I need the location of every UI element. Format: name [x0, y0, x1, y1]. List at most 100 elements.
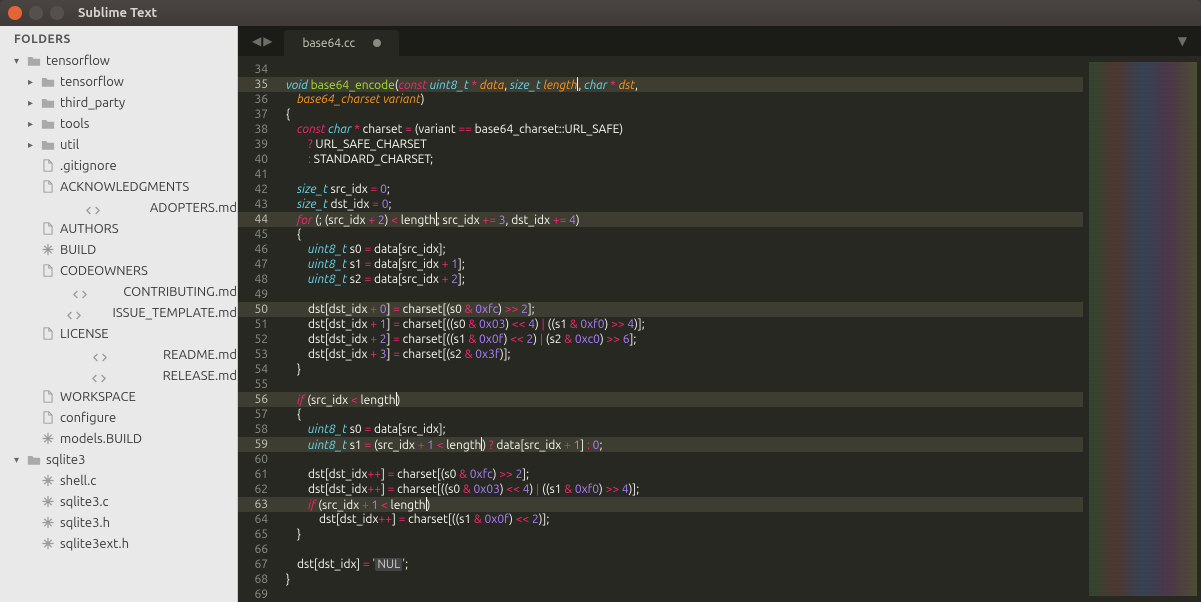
code-line[interactable]: ? URL_SAFE_CHARSET: [282, 137, 1083, 152]
line-number[interactable]: 37: [238, 107, 282, 122]
file-row-adopters-md[interactable]: ADOPTERS.md: [0, 197, 237, 218]
code-line[interactable]: base64_charset variant): [282, 92, 1083, 107]
code-line[interactable]: dst[dst_idx++] = charset[((s0 & 0x03) <<…: [282, 482, 1083, 497]
forward-icon[interactable]: ▶: [263, 34, 272, 48]
code-content[interactable]: void base64_encode(const uint8_t * data,…: [282, 56, 1083, 602]
twisty-icon[interactable]: ▾: [14, 454, 24, 466]
file-row-codeowners[interactable]: CODEOWNERS: [0, 260, 237, 281]
file-row-workspace[interactable]: WORKSPACE: [0, 386, 237, 407]
folder-row-tools[interactable]: ▸tools: [0, 113, 237, 134]
file-row-readme-md[interactable]: README.md: [0, 344, 237, 365]
file-row-sqlite3ext-h[interactable]: sqlite3ext.h: [0, 533, 237, 554]
code-line[interactable]: [282, 287, 1083, 302]
code-line[interactable]: {: [282, 407, 1083, 422]
code-line[interactable]: const char * charset = (variant == base6…: [282, 122, 1083, 137]
file-row-acknowledgments[interactable]: ACKNOWLEDGMENTS: [0, 176, 237, 197]
twisty-icon[interactable]: ▸: [28, 118, 38, 130]
code-line[interactable]: if (src_idx + 1 < length): [282, 497, 1083, 512]
file-row-license[interactable]: LICENSE: [0, 323, 237, 344]
line-number[interactable]: 48: [238, 272, 282, 287]
code-line[interactable]: dst[dst_idx++] = charset[((s1 & 0x0f) <<…: [282, 512, 1083, 527]
back-icon[interactable]: ◀: [252, 34, 261, 48]
twisty-icon[interactable]: ▾: [14, 55, 24, 67]
file-row-build[interactable]: BUILD: [0, 239, 237, 260]
line-number[interactable]: 50: [238, 302, 282, 317]
folder-row-third_party[interactable]: ▸third_party: [0, 92, 237, 113]
file-row-authors[interactable]: AUTHORS: [0, 218, 237, 239]
code-line[interactable]: dst[dst_idx + 3] = charset[(s2 & 0x3f)];: [282, 347, 1083, 362]
folder-tree[interactable]: ▾tensorflow▸tensorflow▸third_party▸tools…: [0, 50, 237, 602]
minimize-icon[interactable]: [29, 6, 43, 20]
line-number[interactable]: 39: [238, 137, 282, 152]
file-row-sqlite3-h[interactable]: sqlite3.h: [0, 512, 237, 533]
code-line[interactable]: uint8_t s1 = data[src_idx + 1];: [282, 257, 1083, 272]
code-line[interactable]: if (src_idx < length): [282, 392, 1083, 407]
maximize-icon[interactable]: [50, 6, 64, 20]
file-row-issue_template-md[interactable]: ISSUE_TEMPLATE.md: [0, 302, 237, 323]
code-line[interactable]: }: [282, 527, 1083, 542]
twisty-icon[interactable]: ▸: [28, 97, 38, 109]
tabs-dropdown-icon[interactable]: ▼: [1164, 34, 1201, 48]
line-number[interactable]: 65: [238, 527, 282, 542]
line-number[interactable]: 69: [238, 587, 282, 602]
code-line[interactable]: [282, 452, 1083, 467]
line-number[interactable]: 49: [238, 287, 282, 302]
folder-row-tensorflow[interactable]: ▸tensorflow: [0, 71, 237, 92]
code-line[interactable]: : STANDARD_CHARSET;: [282, 152, 1083, 167]
file-row-configure[interactable]: configure: [0, 407, 237, 428]
code-line[interactable]: size_t src_idx = 0;: [282, 182, 1083, 197]
code-line[interactable]: uint8_t s1 = (src_idx + 1 < length) ? da…: [282, 437, 1083, 452]
line-number[interactable]: 64: [238, 512, 282, 527]
code-line[interactable]: }: [282, 572, 1083, 587]
line-number[interactable]: 42: [238, 182, 282, 197]
line-number[interactable]: 38: [238, 122, 282, 137]
file-row-contributing-md[interactable]: CONTRIBUTING.md: [0, 281, 237, 302]
file-row-shell-c[interactable]: shell.c: [0, 470, 237, 491]
code-line[interactable]: dst[dst_idx + 0] = charset[(s0 & 0xfc) >…: [282, 302, 1083, 317]
line-number[interactable]: 67: [238, 557, 282, 572]
folder-row-sqlite3[interactable]: ▾sqlite3: [0, 449, 237, 470]
line-number[interactable]: 44: [238, 212, 282, 227]
line-number[interactable]: 66: [238, 542, 282, 557]
line-number[interactable]: 56: [238, 392, 282, 407]
line-number[interactable]: 68: [238, 572, 282, 587]
tab-active[interactable]: base64.cc: [284, 30, 399, 56]
line-number[interactable]: 55: [238, 377, 282, 392]
file-row-release-md[interactable]: RELEASE.md: [0, 365, 237, 386]
line-number[interactable]: 47: [238, 257, 282, 272]
code-line[interactable]: size_t dst_idx = 0;: [282, 197, 1083, 212]
line-number[interactable]: 40: [238, 152, 282, 167]
line-number[interactable]: 34: [238, 62, 282, 77]
code-line[interactable]: uint8_t s0 = data[src_idx];: [282, 242, 1083, 257]
line-gutter[interactable]: 3435363738394041424344454647484950515253…: [238, 56, 282, 602]
line-number[interactable]: 63: [238, 497, 282, 512]
line-number[interactable]: 43: [238, 197, 282, 212]
line-number[interactable]: 62: [238, 482, 282, 497]
folder-row-tensorflow[interactable]: ▾tensorflow: [0, 50, 237, 71]
file-row--gitignore[interactable]: .gitignore: [0, 155, 237, 176]
code-line[interactable]: [282, 167, 1083, 182]
code-line[interactable]: {: [282, 227, 1083, 242]
minimap[interactable]: [1083, 56, 1201, 602]
file-row-sqlite3-c[interactable]: sqlite3.c: [0, 491, 237, 512]
line-number[interactable]: 60: [238, 452, 282, 467]
code-line[interactable]: [282, 377, 1083, 392]
line-number[interactable]: 41: [238, 167, 282, 182]
folder-row-util[interactable]: ▸util: [0, 134, 237, 155]
code-line[interactable]: dst[dst_idx++] = charset[(s0 & 0xfc) >> …: [282, 467, 1083, 482]
line-number[interactable]: 53: [238, 347, 282, 362]
code-line[interactable]: dst[dst_idx] = 'NUL';: [282, 557, 1083, 572]
code-line[interactable]: uint8_t s0 = data[src_idx];: [282, 422, 1083, 437]
line-number[interactable]: 61: [238, 467, 282, 482]
code-line[interactable]: void base64_encode(const uint8_t * data,…: [282, 77, 1083, 92]
titlebar[interactable]: Sublime Text: [0, 0, 1201, 26]
code-line[interactable]: [282, 62, 1083, 77]
twisty-icon[interactable]: ▸: [28, 76, 38, 88]
line-number[interactable]: 57: [238, 407, 282, 422]
line-number[interactable]: 52: [238, 332, 282, 347]
line-number[interactable]: 58: [238, 422, 282, 437]
line-number[interactable]: 36: [238, 92, 282, 107]
file-row-models-build[interactable]: models.BUILD: [0, 428, 237, 449]
line-number[interactable]: 46: [238, 242, 282, 257]
code-line[interactable]: dst[dst_idx + 1] = charset[((s0 & 0x03) …: [282, 317, 1083, 332]
